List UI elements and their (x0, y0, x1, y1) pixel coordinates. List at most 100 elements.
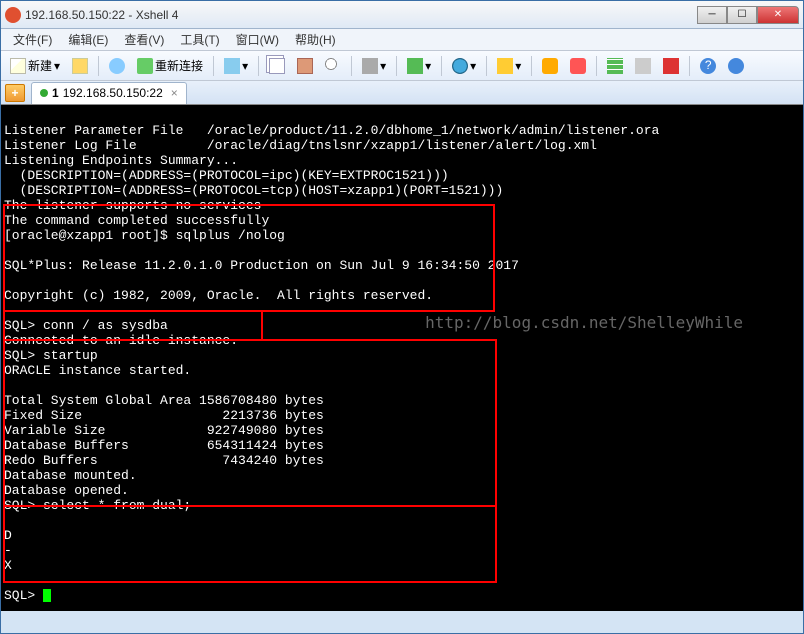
menu-file[interactable]: 文件(F) (5, 29, 60, 50)
help-button[interactable]: ? (695, 55, 721, 77)
watermark: http://blog.csdn.net/ShelleyWhile (425, 315, 743, 330)
toolbar-separator (258, 56, 259, 76)
reconnect-button[interactable]: 重新连接 (132, 55, 208, 77)
tab-session-1[interactable]: 1 192.168.50.150:22 × (31, 82, 187, 104)
layout-icon (635, 58, 651, 74)
font-icon (497, 58, 513, 74)
toolbar: 新建▾ 重新连接 ▾ ▾ ▾ ▾ ▾ ? (1, 51, 803, 81)
toolbar-separator (213, 56, 214, 76)
terminal-line: (DESCRIPTION=(ADDRESS=(PROTOCOL=tcp)(HOS… (4, 183, 503, 198)
open-icon (72, 58, 88, 74)
chevron-down-icon: ▾ (470, 59, 476, 73)
record-icon (663, 58, 679, 74)
open-button[interactable] (67, 55, 93, 77)
tool-button[interactable] (565, 55, 591, 77)
tab-label: 192.168.50.150:22 (63, 86, 163, 100)
status-dot-icon (40, 89, 48, 97)
menu-tools[interactable]: 工具(T) (172, 29, 227, 50)
terminal-prompt: SQL> (4, 588, 43, 603)
toolbar-separator (596, 56, 597, 76)
toolbar-separator (441, 56, 442, 76)
globe-icon (452, 58, 468, 74)
globe-button[interactable]: ▾ (447, 55, 481, 77)
highlight-box-4 (3, 505, 497, 583)
toolbar-separator (396, 56, 397, 76)
new-label: 新建 (28, 57, 52, 74)
print-button[interactable]: ▾ (357, 55, 391, 77)
maximize-button[interactable]: ☐ (727, 6, 757, 24)
toolbar-separator (689, 56, 690, 76)
color-button[interactable]: ▾ (402, 55, 436, 77)
layout-button[interactable] (630, 55, 656, 77)
link-button[interactable] (104, 55, 130, 77)
grid-button[interactable] (602, 55, 628, 77)
terminal-line: [oracle@xzapp1 root]$ sqlplus /nolog (4, 228, 285, 243)
new-icon (10, 58, 26, 74)
terminal-line: Connected to an idle instance. (4, 333, 238, 348)
terminal-line: Database Buffers 654311424 bytes (4, 438, 324, 453)
script-icon (542, 58, 558, 74)
chevron-down-icon: ▾ (242, 59, 248, 73)
window-title: 192.168.50.150:22 - Xshell 4 (25, 8, 697, 22)
toolbar-separator (531, 56, 532, 76)
font-button[interactable]: ▾ (492, 55, 526, 77)
copy-button[interactable] (264, 55, 290, 77)
grid-icon (607, 58, 623, 74)
find-button[interactable] (320, 55, 346, 77)
terminal-line: D (4, 528, 12, 543)
terminal-line: Fixed Size 2213736 bytes (4, 408, 324, 423)
terminal-line: SQL*Plus: Release 11.2.0.1.0 Production … (4, 258, 519, 273)
terminal-line: - (4, 543, 12, 558)
paste-button[interactable] (292, 55, 318, 77)
new-button[interactable]: 新建▾ (5, 55, 65, 77)
terminal-line: Variable Size 922749080 bytes (4, 423, 324, 438)
terminal-cursor (43, 589, 51, 602)
window-titlebar: 192.168.50.150:22 - Xshell 4 ─ ☐ ✕ (1, 1, 803, 29)
terminal-line: Listening Endpoints Summary... (4, 153, 238, 168)
terminal-line: Redo Buffers 7434240 bytes (4, 453, 324, 468)
reconnect-label: 重新连接 (155, 57, 203, 74)
terminal-line: (DESCRIPTION=(ADDRESS=(PROTOCOL=ipc)(KEY… (4, 168, 449, 183)
terminal-line: Listener Parameter File /oracle/product/… (4, 123, 659, 138)
about-button[interactable] (723, 55, 749, 77)
minimize-button[interactable]: ─ (697, 6, 727, 24)
terminal-line: SQL> select * from dual; (4, 498, 191, 513)
toolbar-separator (351, 56, 352, 76)
terminal-line: SQL> startup (4, 348, 98, 363)
chevron-down-icon: ▾ (515, 59, 521, 73)
toolbar-separator (486, 56, 487, 76)
terminal-line: ORACLE instance started. (4, 363, 191, 378)
close-button[interactable]: ✕ (757, 6, 799, 24)
tab-index: 1 (52, 86, 59, 100)
paste-icon (297, 58, 313, 74)
terminal-line: Listener Log File /oracle/diag/tnslsnr/x… (4, 138, 597, 153)
terminal-line: Database mounted. (4, 468, 137, 483)
tab-close-icon[interactable]: × (171, 86, 178, 100)
terminal-line: SQL> conn / as sysdba (4, 318, 168, 333)
terminal-line: Total System Global Area 1586708480 byte… (4, 393, 324, 408)
terminal-line: Database opened. (4, 483, 129, 498)
terminal-line: The command completed successfully (4, 213, 269, 228)
profile-button[interactable]: ▾ (219, 55, 253, 77)
script-button[interactable] (537, 55, 563, 77)
chevron-down-icon: ▾ (425, 59, 431, 73)
menu-edit[interactable]: 编辑(E) (60, 29, 116, 50)
profile-icon (224, 58, 240, 74)
tool-icon (570, 58, 586, 74)
record-button[interactable] (658, 55, 684, 77)
about-icon (728, 58, 744, 74)
print-icon (362, 58, 378, 74)
terminal-line: Copyright (c) 1982, 2009, Oracle. All ri… (4, 288, 433, 303)
add-tab-button[interactable]: + (5, 84, 25, 102)
tabbar: + 1 192.168.50.150:22 × (1, 81, 803, 105)
menu-window[interactable]: 窗口(W) (228, 29, 287, 50)
menubar: 文件(F) 编辑(E) 查看(V) 工具(T) 窗口(W) 帮助(H) (1, 29, 803, 51)
chevron-down-icon: ▾ (54, 59, 60, 73)
terminal[interactable]: Listener Parameter File /oracle/product/… (1, 105, 803, 611)
menu-view[interactable]: 查看(V) (116, 29, 172, 50)
terminal-line: The listener supports no services (4, 198, 261, 213)
toolbar-separator (98, 56, 99, 76)
color-icon (407, 58, 423, 74)
terminal-line: X (4, 558, 12, 573)
menu-help[interactable]: 帮助(H) (287, 29, 344, 50)
